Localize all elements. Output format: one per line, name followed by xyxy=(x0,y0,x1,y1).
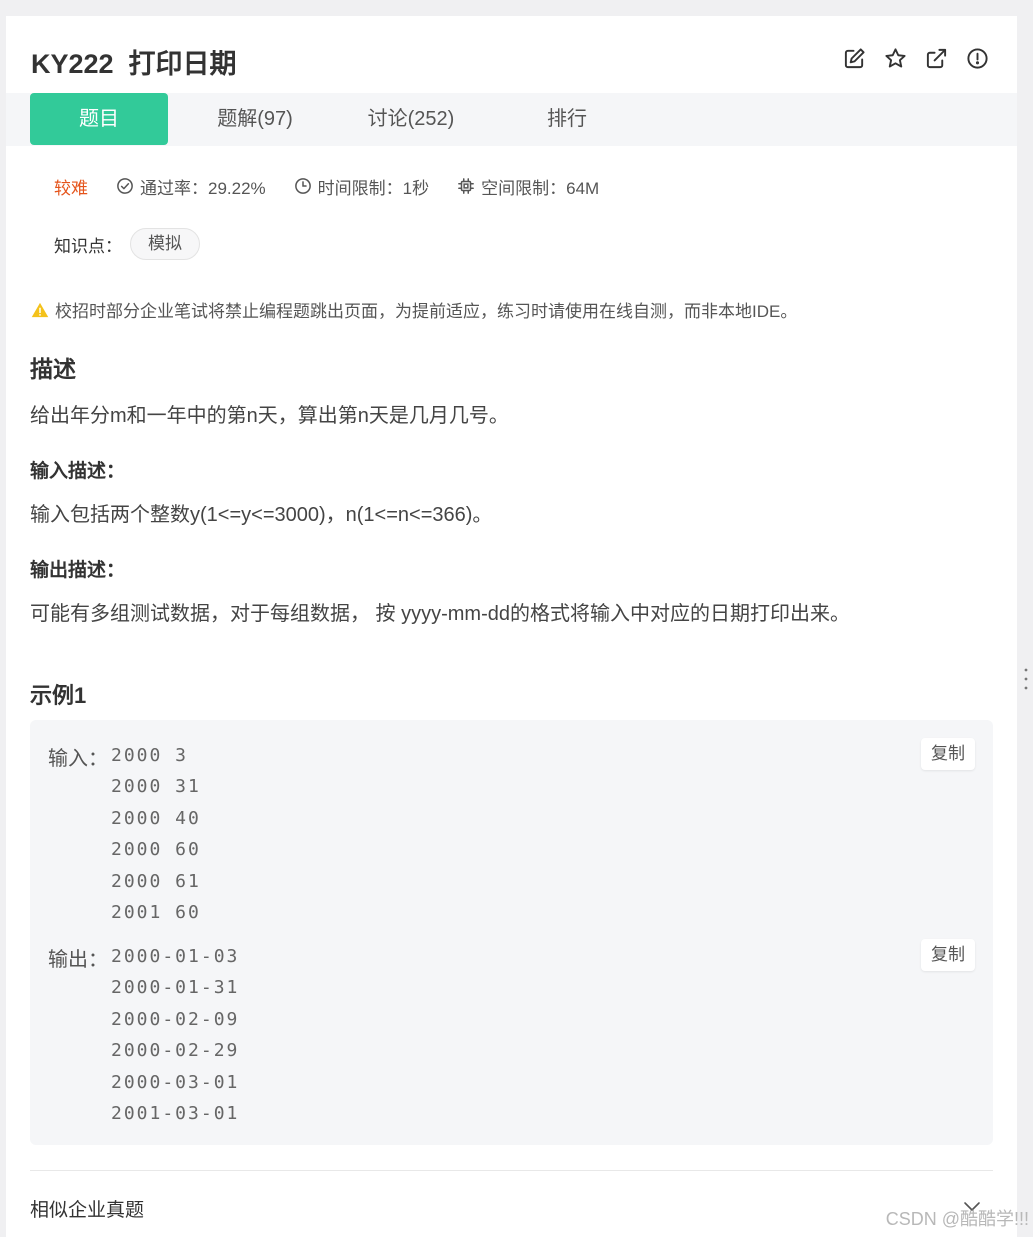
pass-rate-text: 通过率：29.22% xyxy=(140,178,266,198)
example-output-label: 输出： xyxy=(48,949,108,971)
example-input-lines[interactable]: 2000 3 2000 31 2000 40 2000 60 2000 61 2… xyxy=(111,740,201,928)
problem-title: KY222 打印日期 xyxy=(31,49,237,79)
input-desc-heading: 输入描述： xyxy=(30,461,126,482)
clock-icon xyxy=(294,178,311,194)
example-input-line: 2000 61 xyxy=(111,870,201,892)
chip-icon xyxy=(458,178,475,194)
example-output-line: 2000-02-09 xyxy=(111,1008,240,1030)
watermark: CSDN @酷酷学!!! xyxy=(885,1209,1029,1229)
example-input-line: 2001 60 xyxy=(111,901,201,923)
space-limit-text: 空间限制：64M xyxy=(481,178,600,198)
notice-banner: 校招时部分企业笔试将禁止编程题跳出页面，为提前适应，练习时请使用在线自测，而非本… xyxy=(31,297,797,322)
problem-card: KY222 打印日期 题目 题解(97) 讨论(252) 排行 较难 通过率：2… xyxy=(6,16,1017,1237)
description-heading: 描述 xyxy=(30,356,76,382)
example-heading: 示例1 xyxy=(30,683,87,708)
copy-input-button[interactable]: 复制 xyxy=(921,738,975,770)
problem-header: KY222 打印日期 xyxy=(6,16,1017,94)
example-input-line: 2000 31 xyxy=(111,776,201,798)
example-output-line: 2000-01-31 xyxy=(111,977,240,999)
edit-icon[interactable] xyxy=(843,47,866,70)
check-circle-icon xyxy=(117,178,133,194)
example-input-line: 2000 3 xyxy=(111,745,189,766)
description-text: 给出年分m和一年中的第n天，算出第n天是几月几号。 xyxy=(30,405,509,427)
more-vertical-icon[interactable] xyxy=(1022,667,1030,691)
external-link-icon[interactable] xyxy=(925,47,948,70)
problem-meta: 较难 通过率：29.22% 时间限制：1秒 空间限制：64M xyxy=(54,174,627,198)
example-box: 输入： 2000 3 2000 31 2000 40 2000 60 2000 … xyxy=(30,720,993,1145)
example-output-line: 2000-03-01 xyxy=(111,1071,240,1093)
time-limit: 时间限制：1秒 xyxy=(294,174,429,199)
star-icon[interactable] xyxy=(884,47,907,70)
output-desc-text: 可能有多组测试数据，对于每组数据， 按 yyyy-mm-dd的格式将输入中对应的… xyxy=(30,603,850,625)
time-limit-text: 时间限制：1秒 xyxy=(317,178,430,198)
space-limit: 空间限制：64M xyxy=(457,174,599,199)
tab-solutions[interactable]: 题解(97) xyxy=(201,93,309,145)
knowledge-points: 知识点： 模拟 xyxy=(54,228,200,260)
similar-problems-toggle[interactable]: 相似企业真题 xyxy=(30,1195,144,1222)
notice-text: 校招时部分企业笔试将禁止编程题跳出页面，为提前适应，练习时请使用在线自测，而非本… xyxy=(55,302,798,321)
difficulty-badge: 较难 xyxy=(54,178,88,198)
pass-rate: 通过率：29.22% xyxy=(116,174,266,199)
warning-icon xyxy=(31,302,49,317)
header-actions xyxy=(843,47,989,70)
section-divider xyxy=(30,1170,993,1171)
report-icon[interactable] xyxy=(966,47,989,70)
knowledge-label: 知识点： xyxy=(54,236,122,256)
example-output-line: 2000-01-03 xyxy=(111,946,240,967)
tab-ranking[interactable]: 排行 xyxy=(526,93,608,145)
copy-output-button[interactable]: 复制 xyxy=(921,939,975,971)
problem-tabs: 题目 题解(97) 讨论(252) 排行 xyxy=(6,93,1017,146)
tab-discussion[interactable]: 讨论(252) xyxy=(351,93,471,145)
tab-problem[interactable]: 题目 xyxy=(30,93,168,145)
example-output-line: 2001-03-01 xyxy=(111,1102,240,1124)
output-desc-heading: 输出描述： xyxy=(30,560,126,581)
example-output-line: 2000-02-29 xyxy=(111,1040,240,1062)
example-input-line: 2000 40 xyxy=(111,807,201,829)
example-input-label: 输入： xyxy=(48,748,108,770)
example-input-line: 2000 60 xyxy=(111,839,201,861)
tag-simulation[interactable]: 模拟 xyxy=(130,228,200,260)
input-desc-text: 输入包括两个整数y(1<=y<=3000)，n(1<=n<=366)。 xyxy=(30,504,493,526)
example-output-lines[interactable]: 2000-01-03 2000-01-31 2000-02-09 2000-02… xyxy=(111,941,239,1129)
